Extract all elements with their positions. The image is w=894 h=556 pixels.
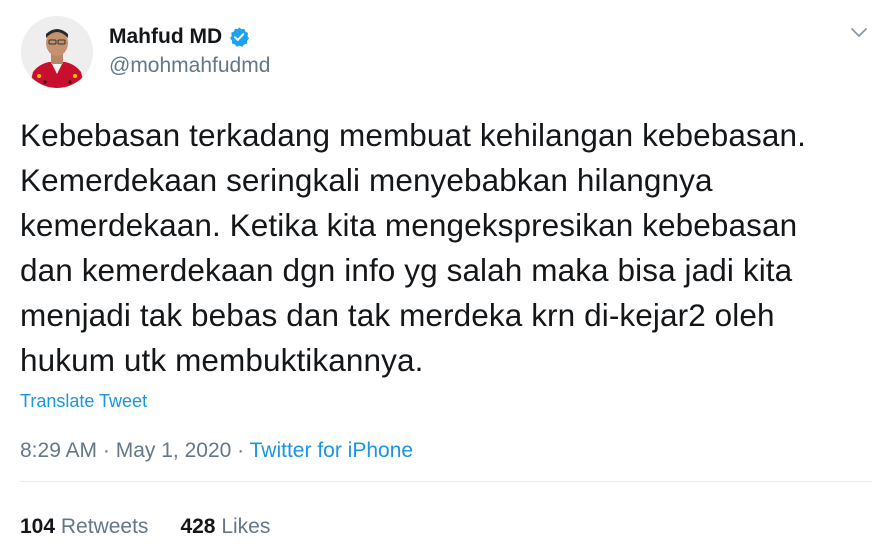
separator: · <box>237 439 245 462</box>
retweets-count: 104 <box>20 515 56 538</box>
likes-count: 428 <box>180 515 216 538</box>
retweets-stat[interactable]: 104 Retweets <box>20 515 148 539</box>
tweet-text: Kebebasan terkadang membuat kehilangan k… <box>20 117 806 378</box>
retweets-label: Retweets <box>60 515 149 538</box>
tweet-metadata: 8:29 AM · May 1, 2020 · Twitter for iPho… <box>20 439 413 463</box>
tweet-date[interactable]: May 1, 2020 <box>116 439 232 462</box>
separator: · <box>102 439 110 462</box>
tweet-source-link[interactable]: Twitter for iPhone <box>250 439 413 462</box>
author-handle[interactable]: @mohmahfudmd <box>109 54 270 78</box>
author-name-row[interactable]: Mahfud MD <box>109 23 250 51</box>
likes-label: Likes <box>221 515 271 538</box>
tweet-time[interactable]: 8:29 AM <box>20 439 97 462</box>
verified-badge-icon <box>228 26 250 48</box>
avatar-image <box>21 16 93 88</box>
divider <box>20 481 872 482</box>
chevron-down-icon[interactable] <box>848 24 870 42</box>
avatar[interactable] <box>21 16 93 88</box>
author-display-name[interactable]: Mahfud MD <box>109 25 222 49</box>
likes-stat[interactable]: 428 Likes <box>180 515 270 539</box>
tweet-stats: 104 Retweets 428 Likes <box>20 515 302 539</box>
translate-tweet-link[interactable]: Translate Tweet <box>20 391 147 412</box>
